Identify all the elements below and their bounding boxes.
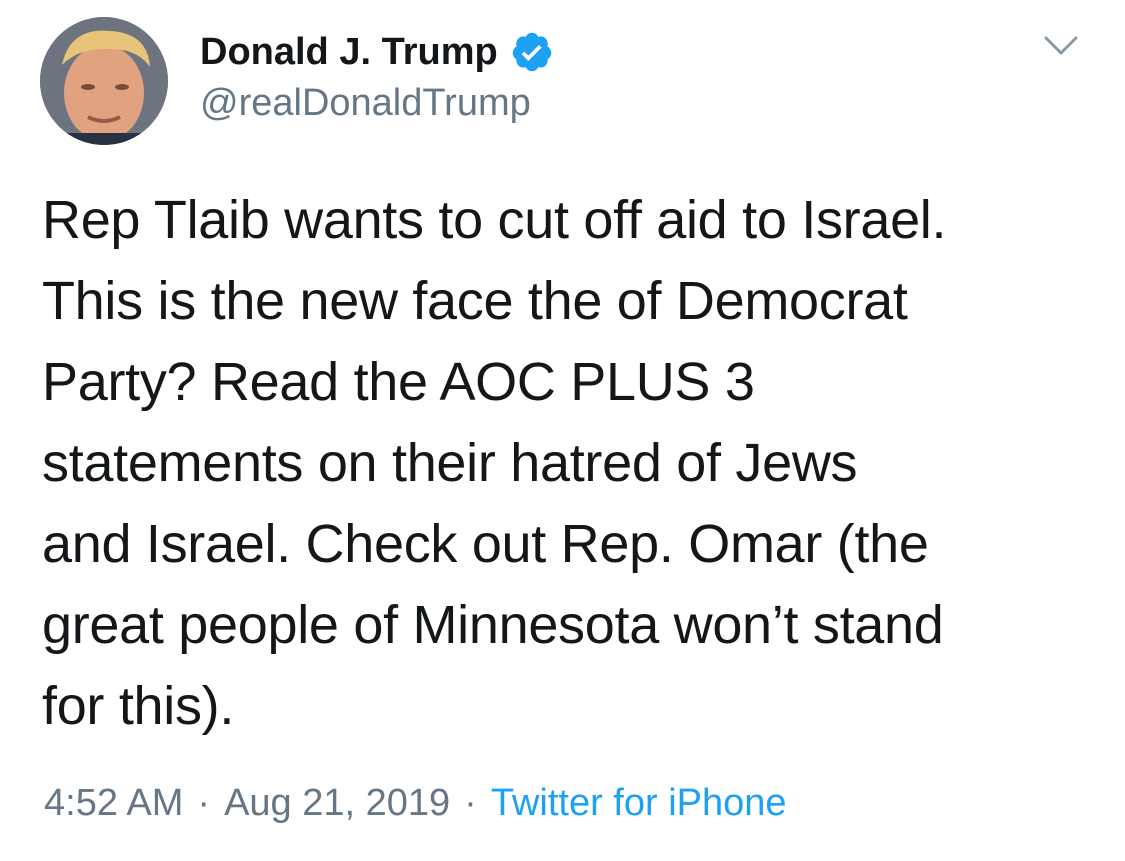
tweet-source-link[interactable]: Twitter for iPhone [491,782,787,824]
separator: · [197,782,211,824]
tweet-time[interactable]: 4:52 AM [44,782,183,824]
tweet-card: Donald J. Trump @realDonaldTrump Rep Tla… [0,0,1125,861]
author-avatar[interactable] [40,17,168,145]
avatar-image [40,17,168,145]
tweet-date[interactable]: Aug 21, 2019 [224,782,450,824]
author-header: Donald J. Trump @realDonaldTrump [200,26,554,125]
tweet-text: Rep Tlaib wants to cut off aid to Israel… [42,190,947,736]
author-handle[interactable]: @realDonaldTrump [200,82,554,125]
display-name[interactable]: Donald J. Trump [200,31,498,74]
separator: · [464,782,477,824]
tweet-metadata: 4:52 AM · Aug 21, 2019 · Twitter for iPhone [44,782,787,825]
verified-badge-icon [510,30,554,74]
name-row: Donald J. Trump [200,26,554,78]
chevron-down-icon[interactable] [1043,34,1079,58]
